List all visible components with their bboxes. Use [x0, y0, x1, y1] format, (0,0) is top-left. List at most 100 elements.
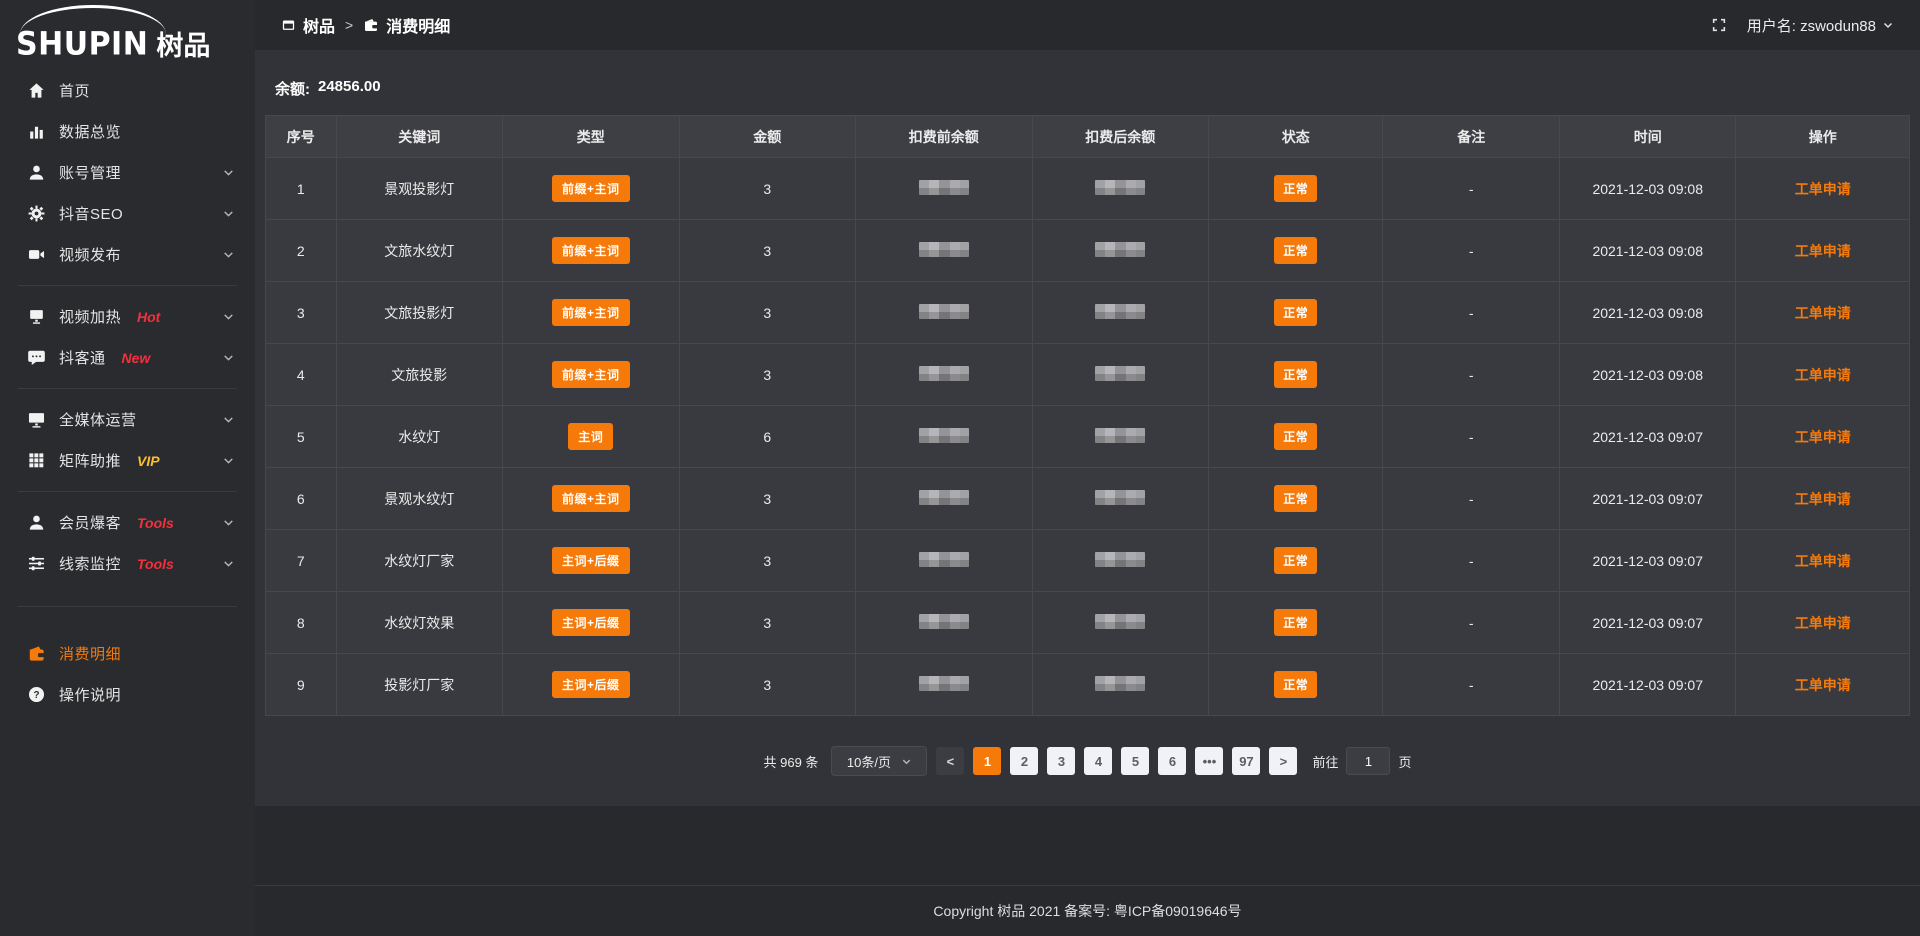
column-header: 操作 — [1736, 116, 1910, 158]
sidebar-item-label: 抖音SEO — [59, 203, 123, 224]
status-badge: 正常 — [1274, 237, 1317, 264]
work-order-link[interactable]: 工单申请 — [1795, 491, 1851, 507]
row-index: 7 — [297, 553, 305, 569]
cell-action: 工单申请 — [1736, 592, 1910, 654]
next-page-button[interactable]: > — [1269, 747, 1297, 775]
menu-divider — [18, 388, 237, 389]
sidebar-item-label: 线索监控 — [59, 553, 121, 574]
page-button-2[interactable]: 2 — [1010, 747, 1038, 775]
cell-time: 2021-12-03 09:07 — [1559, 654, 1736, 716]
status-badge: 正常 — [1274, 547, 1317, 574]
redacted-balance-before — [919, 180, 969, 195]
content-panel: 余额: 24856.00 序号关键词类型金额扣费前余额扣费后余额状态备注时间操作… — [255, 50, 1920, 806]
cell-type: 前缀+主词 — [503, 158, 680, 220]
logo[interactable]: SHUPIN 树品 — [0, 0, 255, 60]
more-pages-button[interactable]: ••• — [1195, 747, 1223, 775]
keyword-text: 水纹灯效果 — [384, 615, 454, 631]
user-icon — [26, 163, 46, 183]
column-header: 时间 — [1559, 116, 1736, 158]
cell-balance-before — [856, 406, 1033, 468]
time-text: 2021-12-03 09:07 — [1592, 553, 1703, 569]
fullscreen-icon[interactable] — [1711, 17, 1727, 33]
sidebar-item-chat[interactable]: 抖客通New — [0, 337, 255, 378]
cell-balance-before — [856, 592, 1033, 654]
sidebar-item-wallet[interactable]: 消费明细 — [0, 633, 255, 674]
redacted-balance-after — [1095, 366, 1145, 381]
cell-type: 前缀+主词 — [503, 220, 680, 282]
sidebar-item-user[interactable]: 账号管理 — [0, 152, 255, 193]
table-row: 6景观水纹灯前缀+主词3正常-2021-12-03 09:07工单申请 — [266, 468, 1910, 530]
cell-amount: 3 — [679, 654, 856, 716]
pagination: 共 969 条 10条/页 < 123456•••97 > 前往 页 — [265, 746, 1910, 776]
chevron-down-icon — [222, 351, 235, 364]
cell-index: 1 — [266, 158, 337, 220]
work-order-link[interactable]: 工单申请 — [1795, 615, 1851, 631]
sidebar-item-label: 消费明细 — [59, 643, 121, 664]
logo-text-en: SHUPIN — [16, 29, 148, 61]
breadcrumb-item-current[interactable]: 消费明细 — [363, 13, 450, 37]
goto-label: 前往 — [1312, 752, 1338, 771]
sidebar-item-heat[interactable]: 视频加热Hot — [0, 296, 255, 337]
cell-type: 主词 — [503, 406, 680, 468]
sliders-icon — [26, 554, 46, 574]
username-label: 用户名: zswodun88 — [1747, 15, 1876, 36]
page-button-1[interactable]: 1 — [973, 747, 1001, 775]
work-order-link[interactable]: 工单申请 — [1795, 181, 1851, 197]
wallet-icon — [363, 17, 379, 33]
work-order-link[interactable]: 工单申请 — [1795, 429, 1851, 445]
prev-page-button[interactable]: < — [936, 747, 964, 775]
menu-tag-badge: VIP — [137, 453, 160, 469]
cell-action: 工单申请 — [1736, 654, 1910, 716]
cell-time: 2021-12-03 09:07 — [1559, 530, 1736, 592]
redacted-balance-before — [919, 428, 969, 443]
work-order-link[interactable]: 工单申请 — [1795, 677, 1851, 693]
page-size-select[interactable]: 10条/页 — [831, 746, 927, 776]
work-order-link[interactable]: 工单申请 — [1795, 553, 1851, 569]
work-order-link[interactable]: 工单申请 — [1795, 367, 1851, 383]
page-button-3[interactable]: 3 — [1047, 747, 1075, 775]
sidebar-item-chart[interactable]: 数据总览 — [0, 111, 255, 152]
page-button-97[interactable]: 97 — [1232, 747, 1260, 775]
redacted-balance-before — [919, 242, 969, 257]
chevron-down-icon — [222, 248, 235, 261]
cell-amount: 3 — [679, 530, 856, 592]
home-icon — [26, 81, 46, 101]
goto-page: 前往 页 — [1312, 747, 1411, 775]
work-order-link[interactable]: 工单申请 — [1795, 305, 1851, 321]
table-row: 2文旅水纹灯前缀+主词3正常-2021-12-03 09:08工单申请 — [266, 220, 1910, 282]
sidebar-item-video[interactable]: 视频发布 — [0, 234, 255, 275]
amount-text: 3 — [763, 181, 771, 197]
amount-text: 6 — [763, 429, 771, 445]
sidebar-item-home[interactable]: 首页 — [0, 70, 255, 111]
cell-amount: 3 — [679, 592, 856, 654]
cell-type: 前缀+主词 — [503, 282, 680, 344]
work-order-link[interactable]: 工单申请 — [1795, 243, 1851, 259]
column-header: 扣费前余额 — [856, 116, 1033, 158]
redacted-balance-before — [919, 366, 969, 381]
page-button-6[interactable]: 6 — [1158, 747, 1186, 775]
page-button-5[interactable]: 5 — [1121, 747, 1149, 775]
cell-action: 工单申请 — [1736, 530, 1910, 592]
sidebar-item-monitor[interactable]: 全媒体运营 — [0, 399, 255, 440]
redacted-balance-after — [1095, 242, 1145, 257]
sidebar-item-gear[interactable]: 抖音SEO — [0, 193, 255, 234]
sidebar-item-question[interactable]: ?操作说明 — [0, 674, 255, 715]
cell-balance-after — [1032, 220, 1209, 282]
sidebar-item-grid[interactable]: 矩阵助推VIP — [0, 440, 255, 481]
page-button-4[interactable]: 4 — [1084, 747, 1112, 775]
goto-page-input[interactable] — [1346, 747, 1390, 775]
type-badge: 前缀+主词 — [552, 175, 630, 202]
breadcrumb-item-home[interactable]: 树品 — [281, 13, 335, 37]
redacted-balance-before — [919, 614, 969, 629]
sidebar-item-sliders[interactable]: 线索监控Tools — [0, 543, 255, 584]
user-menu[interactable]: 用户名: zswodun88 — [1747, 15, 1894, 36]
chevron-down-icon — [222, 557, 235, 570]
sidebar-item-user[interactable]: 会员爆客Tools — [0, 502, 255, 543]
status-badge: 正常 — [1274, 485, 1317, 512]
cell-status: 正常 — [1209, 654, 1383, 716]
cell-index: 2 — [266, 220, 337, 282]
redacted-balance-before — [919, 490, 969, 505]
cell-type: 主词+后缀 — [503, 530, 680, 592]
cell-status: 正常 — [1209, 344, 1383, 406]
sidebar-item-label: 操作说明 — [59, 684, 121, 705]
